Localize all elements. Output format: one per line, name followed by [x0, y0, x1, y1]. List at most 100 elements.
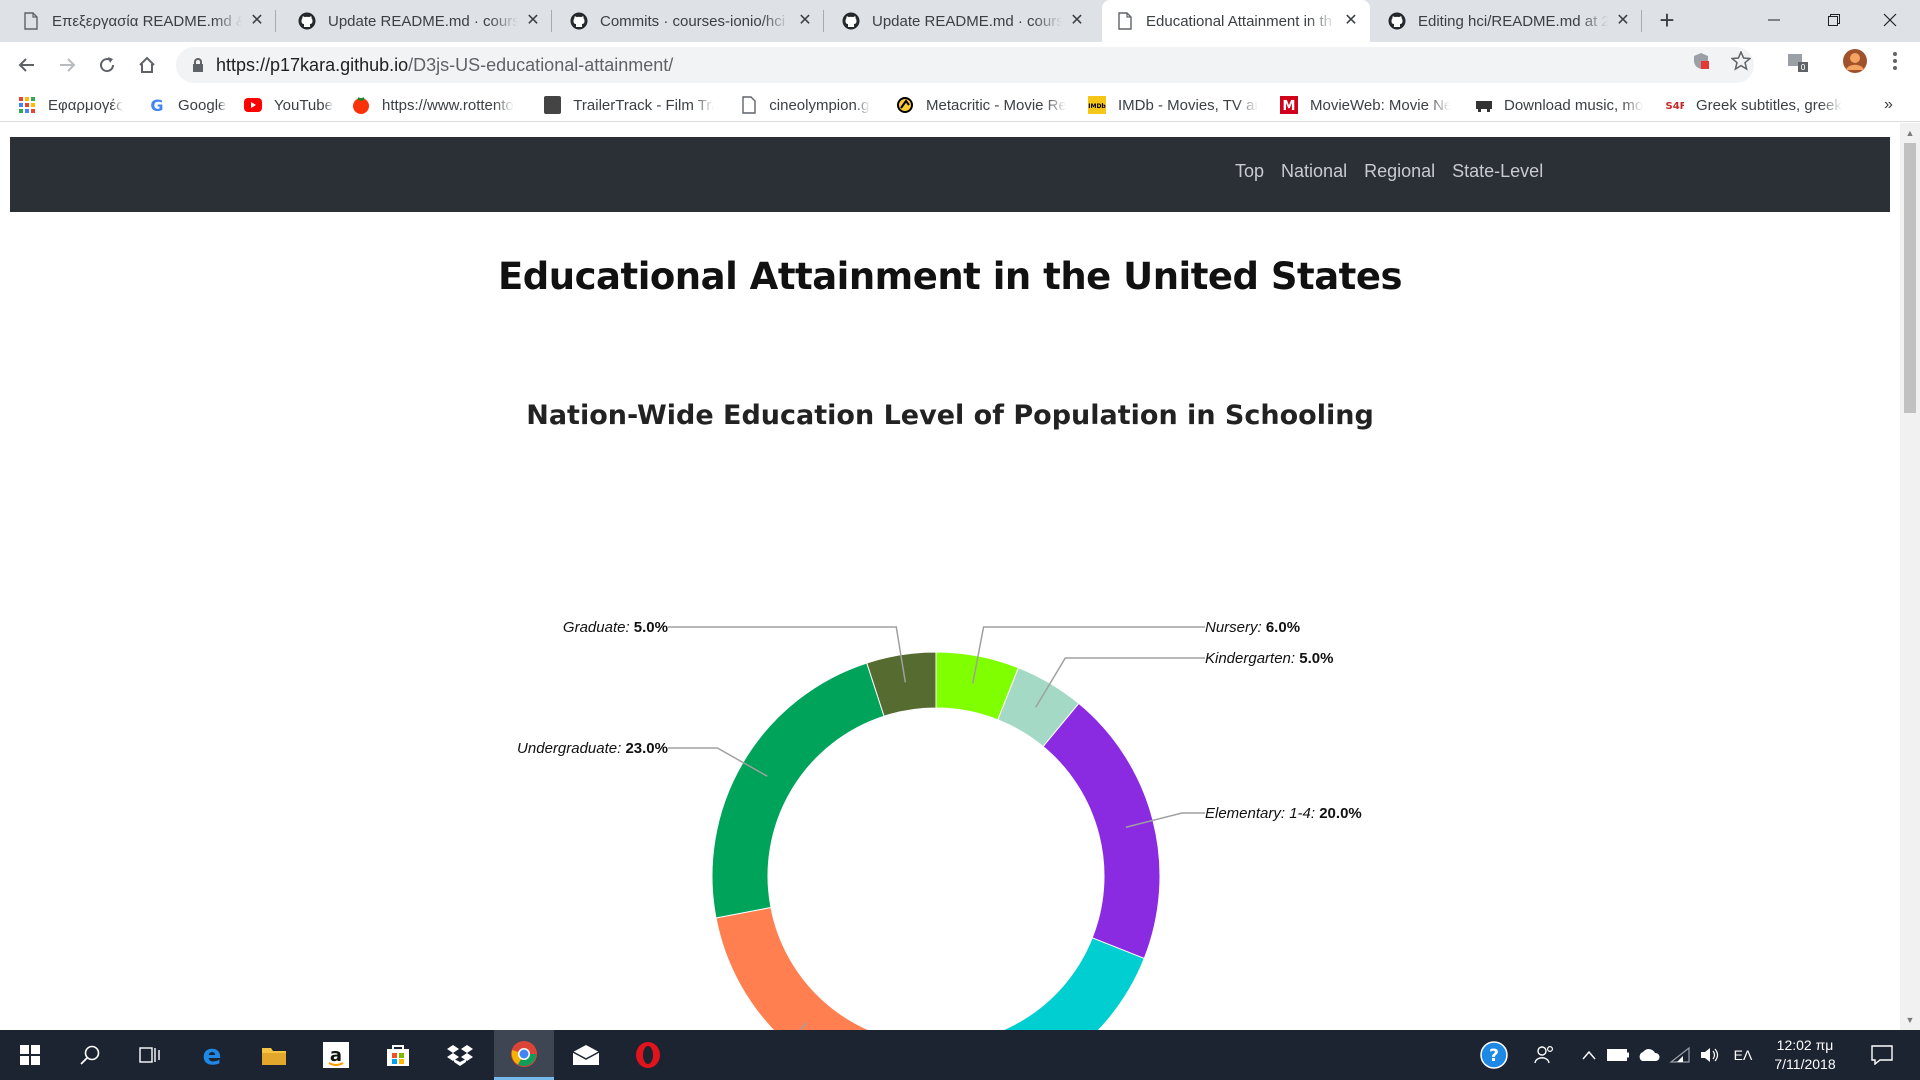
donut-slice[interactable] [715, 906, 925, 1030]
edge-icon[interactable]: e [182, 1030, 242, 1080]
tray-chevron-up-icon[interactable] [1576, 1030, 1602, 1080]
new-tab-button[interactable]: + [1652, 6, 1682, 36]
site-navbar: Top National Regional State-Level [10, 137, 1890, 212]
scroll-down-arrow-icon[interactable]: ▼ [1904, 1014, 1916, 1026]
tab-close-icon[interactable]: ✕ [1342, 12, 1360, 30]
s4f-icon: S4F [1666, 96, 1684, 114]
bookmark-item[interactable]: Download music, mo [1474, 94, 1644, 116]
bookmark-item[interactable]: Metacritic - Movie Re [896, 94, 1066, 116]
slice-label-value: 23.0% [625, 740, 668, 757]
home-button[interactable] [132, 50, 162, 80]
browser-tab[interactable]: Update README.md · course ✕ [284, 0, 552, 42]
donut-slice[interactable] [922, 937, 1145, 1030]
tab-close-icon[interactable]: ✕ [248, 12, 266, 30]
browser-tab[interactable]: Educational Attainment in th ✕ [1102, 0, 1370, 42]
amazon-icon[interactable]: a [306, 1030, 366, 1080]
task-view-icon[interactable] [120, 1030, 180, 1080]
action-center-icon[interactable] [1862, 1030, 1902, 1080]
people-icon[interactable] [1524, 1030, 1564, 1080]
restore-button[interactable] [1804, 0, 1864, 40]
document-icon [22, 12, 40, 30]
github-icon [570, 12, 588, 30]
store-icon[interactable] [368, 1030, 428, 1080]
slice-label-name: Nursery: [1205, 619, 1266, 636]
bookmark-item[interactable]: https://www.rottento [352, 94, 522, 116]
bookmark-item[interactable]: cineolympion.gr [740, 94, 870, 116]
extension-shield-icon[interactable] [1690, 50, 1712, 72]
minimize-button[interactable] [1744, 0, 1804, 40]
browser-tab[interactable]: Update README.md · course ✕ [828, 0, 1096, 42]
bookmarks-overflow-button[interactable]: » [1884, 94, 1893, 116]
bookmark-label: Metacritic - Movie Re [926, 96, 1066, 114]
url-text: https://p17kara.github.io/D3js-US-educat… [216, 55, 673, 76]
opera-icon[interactable] [618, 1030, 678, 1080]
file-explorer-icon[interactable] [244, 1030, 304, 1080]
bookmark-item[interactable]: G Google [148, 94, 238, 116]
browser-tab[interactable]: Editing hci/README.md at 2 ✕ [1374, 0, 1642, 42]
browser-tab[interactable]: Επεξεργασία README.md & ✕ [8, 0, 276, 42]
minimize-icon [1768, 19, 1780, 21]
scrollbar-thumb[interactable] [1904, 143, 1916, 413]
help-icon[interactable]: ? [1474, 1030, 1514, 1080]
navbar-links: Top National Regional State-Level [1235, 161, 1543, 182]
slice-label-value: 20.0% [1319, 805, 1362, 822]
system-clock[interactable]: 12:02 πμ 7/11/2018 [1760, 1036, 1850, 1074]
onedrive-cloud-icon[interactable] [1634, 1030, 1664, 1080]
bookmark-label: IMDb - Movies, TV ar [1118, 96, 1258, 114]
nav-link-state-level[interactable]: State-Level [1452, 161, 1543, 182]
vertical-scrollbar[interactable]: ▲ ▼ [1900, 123, 1920, 1030]
volume-icon[interactable] [1696, 1030, 1724, 1080]
tab-close-icon[interactable]: ✕ [524, 12, 542, 30]
extension-puzzle-icon[interactable]: 0 [1784, 50, 1810, 72]
mail-icon[interactable] [556, 1030, 616, 1080]
bookmark-item[interactable]: Εφαρμογές [18, 94, 138, 116]
restore-icon [1828, 14, 1840, 26]
address-bar[interactable]: https://p17kara.github.io/D3js-US-educat… [176, 47, 1754, 83]
wifi-icon[interactable] [1666, 1030, 1694, 1080]
nav-link-national[interactable]: National [1281, 161, 1347, 182]
donut-slice[interactable] [711, 662, 885, 919]
browser-tab[interactable]: Commits · courses-ionio/hci ✕ [556, 0, 824, 42]
slice-label: Undergraduate: 23.0% [517, 740, 668, 757]
back-button[interactable] [12, 50, 42, 80]
windows-taskbar: e a ? ΕΛ 12:02 πμ 7/11/2018 [0, 1030, 1920, 1080]
tab-close-icon[interactable]: ✕ [1614, 12, 1632, 30]
clock-date: 7/11/2018 [1774, 1056, 1836, 1072]
reload-button[interactable] [92, 50, 122, 80]
slice-label-value: 5.0% [634, 619, 668, 636]
nav-link-regional[interactable]: Regional [1364, 161, 1435, 182]
slice-label: Elementary: 1-4: 20.0% [1205, 805, 1362, 822]
bookmark-item[interactable]: M MovieWeb: Movie Ne [1280, 94, 1450, 116]
menu-kebab-icon[interactable] [1884, 50, 1906, 72]
close-window-button[interactable] [1860, 0, 1920, 40]
github-icon [298, 12, 316, 30]
dropbox-icon[interactable] [430, 1030, 490, 1080]
chrome-icon[interactable] [494, 1030, 554, 1080]
bookmark-star-icon[interactable] [1730, 50, 1752, 72]
bookmark-item[interactable]: TrailerTrack - Film Tra [544, 94, 714, 116]
scroll-up-arrow-icon[interactable]: ▲ [1904, 127, 1916, 139]
tab-close-icon[interactable]: ✕ [796, 12, 814, 30]
bookmark-item[interactable]: YouTube [244, 94, 344, 116]
language-indicator[interactable]: ΕΛ [1728, 1030, 1758, 1080]
tab-close-icon[interactable]: ✕ [1068, 12, 1086, 30]
apps-grid-icon [18, 96, 36, 114]
tab-separator [823, 10, 824, 32]
search-icon[interactable] [60, 1030, 120, 1080]
github-icon [1388, 12, 1406, 30]
windows-start-icon[interactable] [0, 1030, 60, 1080]
bookmark-item[interactable]: IMDb IMDb - Movies, TV ar [1088, 94, 1258, 116]
bookmark-label: MovieWeb: Movie Ne [1310, 96, 1450, 114]
battery-icon[interactable] [1604, 1030, 1632, 1080]
nav-link-top[interactable]: Top [1235, 161, 1264, 182]
bookmark-item[interactable]: S4F Greek subtitles, greek [1666, 94, 1842, 116]
bookmark-label: Greek subtitles, greek [1696, 96, 1842, 114]
profile-avatar[interactable] [1842, 48, 1868, 74]
forward-arrow-icon [60, 58, 76, 72]
chart-title: Nation-Wide Education Level of Populatio… [526, 400, 1374, 431]
bookmark-label: https://www.rottento [382, 96, 514, 114]
slice-label-name: Graduate: [563, 619, 634, 636]
donut-slice[interactable] [1042, 702, 1161, 960]
tab-title: Επεξεργασία README.md & [52, 12, 242, 30]
forward-button[interactable] [52, 50, 82, 80]
